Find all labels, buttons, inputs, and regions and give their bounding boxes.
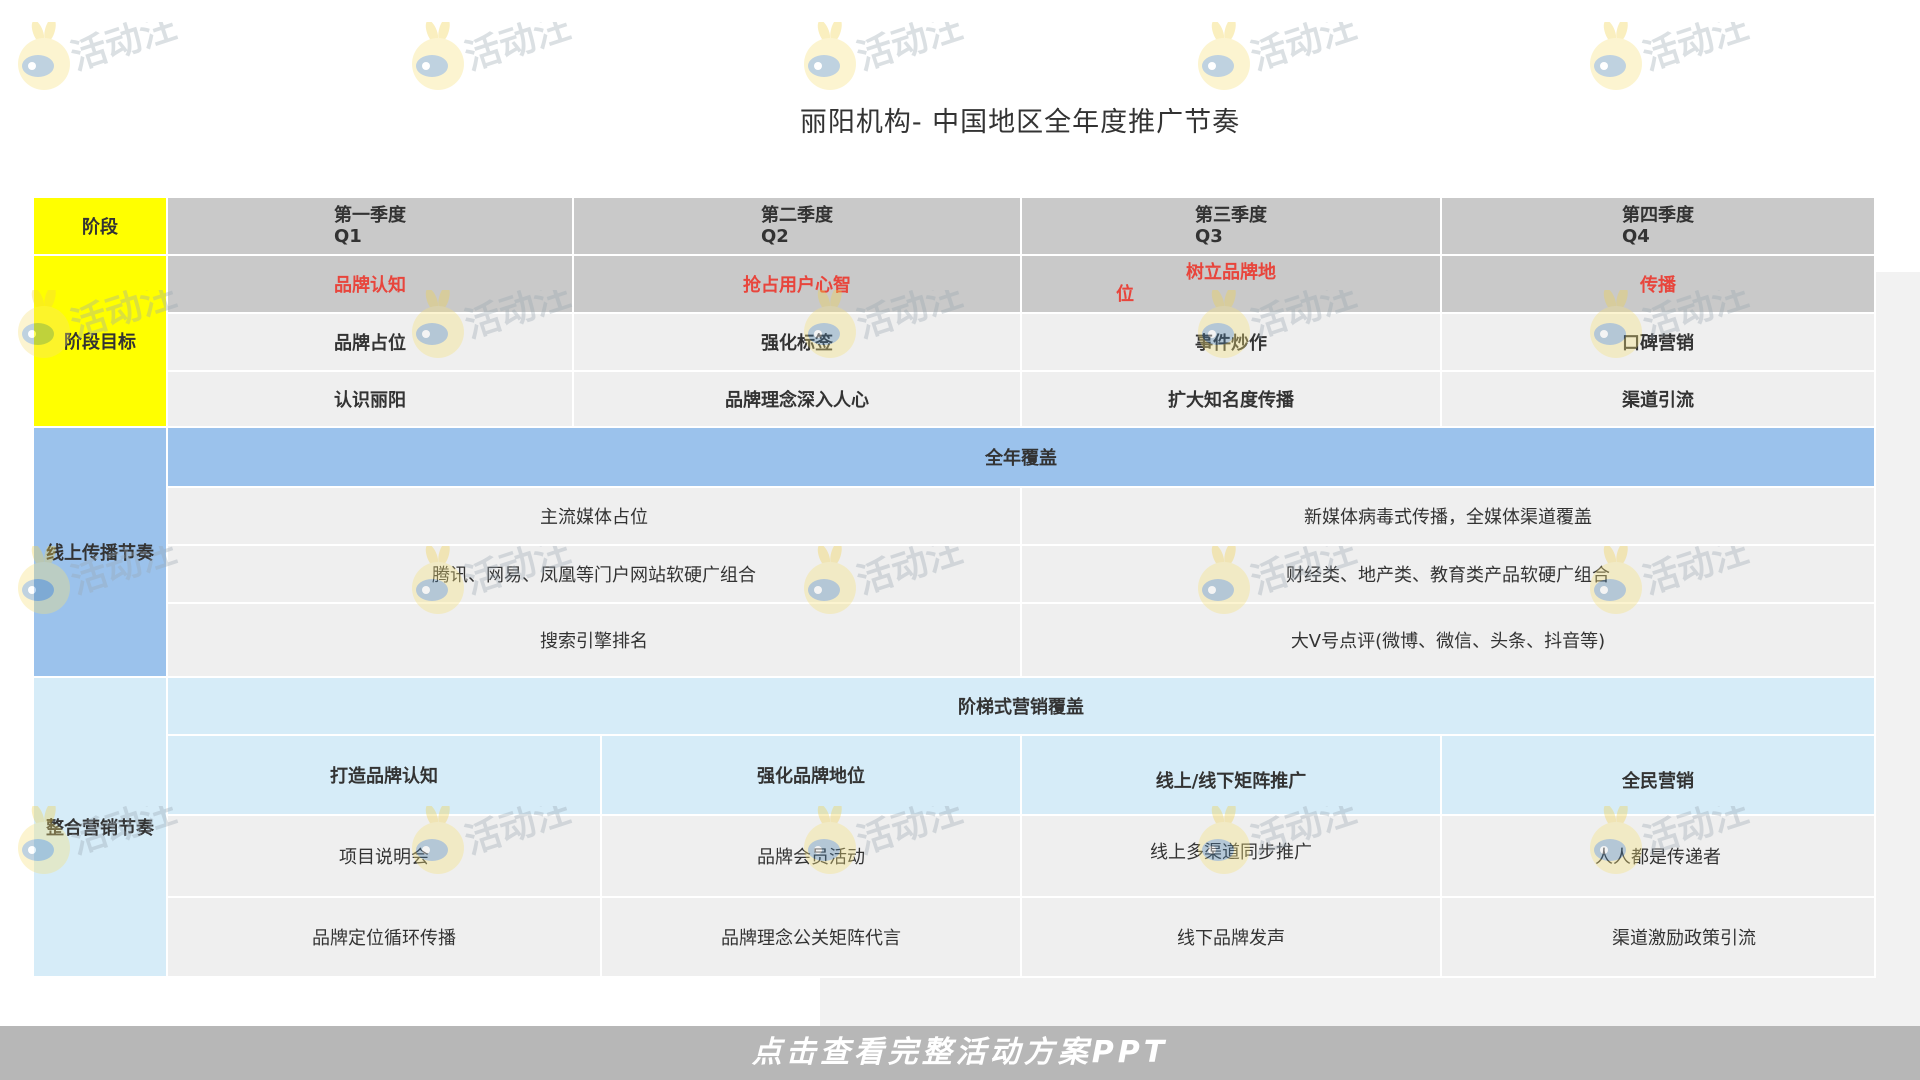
- integ-cell: 线下品牌发声: [1020, 896, 1442, 978]
- page-title: 丽阳机构- 中国地区全年度推广节奏: [799, 107, 1241, 138]
- quarter-name: 第四季度: [1622, 205, 1694, 226]
- svg-text:活动汪: 活动汪: [852, 22, 967, 79]
- goal-cell: 强化标签: [572, 312, 1022, 372]
- goal-title-q2: 抢占用户心智: [572, 254, 1022, 314]
- watermark-logo: 活动汪: [804, 22, 968, 90]
- watermark-logo: 活动汪: [1590, 22, 1754, 90]
- goal-cell: 口碑营销: [1440, 312, 1876, 372]
- goal-title-q4: 传播: [1440, 254, 1876, 314]
- quarter-header-q4: 第四季度 Q4: [1440, 196, 1876, 256]
- promotion-schedule-table: 阶段 第一季度 Q1 第二季度 Q2 第三季度 Q3 第四季度 Q4 阶段目标 品牌认知…: [32, 196, 1876, 978]
- goal-cell: 事件炒作: [1020, 312, 1442, 372]
- goal-title-q3: 树立品牌地位: [1020, 254, 1442, 314]
- stage-label: 阶段: [32, 196, 168, 256]
- goal-title-q3-line1: 树立品牌地: [1186, 262, 1276, 283]
- integ-column-title: 全民营销: [1440, 734, 1876, 816]
- integ-cell: 线上多渠道同步推广: [1020, 814, 1442, 898]
- cta-banner[interactable]: 点击查看完整活动方案PPT: [0, 1026, 1920, 1080]
- online-cell: 大V号点评(微博、微信、头条、抖音等): [1020, 602, 1876, 678]
- quarter-code: Q1: [334, 226, 362, 247]
- quarter-name: 第一季度: [334, 205, 406, 226]
- quarter-header-q1: 第一季度 Q1: [166, 196, 574, 256]
- goal-cell: 品牌占位: [166, 312, 574, 372]
- watermark-logo: 活动汪: [412, 22, 576, 90]
- online-label: 线上传播节奏: [32, 426, 168, 678]
- integ-cell: 品牌定位循环传播: [166, 896, 602, 978]
- integ-label: 整合营销节奏: [32, 676, 168, 978]
- online-cell: 新媒体病毒式传播，全媒体渠道覆盖: [1020, 486, 1876, 546]
- integ-cell: 渠道激励政策引流: [1440, 896, 1876, 978]
- quarter-header-q3: 第三季度 Q3: [1020, 196, 1442, 256]
- online-cell: 腾讯、网易、凤凰等门户网站软硬广组合: [166, 544, 1022, 604]
- svg-text:活动汪: 活动汪: [66, 22, 181, 79]
- watermark-logo: 活动汪: [18, 22, 182, 90]
- online-cell: 搜索引擎排名: [166, 602, 1022, 678]
- goal-label: 阶段目标: [32, 254, 168, 428]
- quarter-code: Q3: [1195, 226, 1223, 247]
- integ-column-title: 线上/线下矩阵推广: [1020, 734, 1442, 816]
- svg-text:活动汪: 活动汪: [1638, 22, 1753, 79]
- goal-cell: 渠道引流: [1440, 370, 1876, 428]
- online-cell: 财经类、地产类、教育类产品软硬广组合: [1020, 544, 1876, 604]
- goal-title-q3-line2: 位: [1116, 284, 1134, 305]
- goal-cell: 认识丽阳: [166, 370, 574, 428]
- integ-cell: 人人都是传递者: [1440, 814, 1876, 898]
- svg-text:活动汪: 活动汪: [460, 22, 575, 79]
- online-band: 全年覆盖: [166, 426, 1876, 488]
- goal-title-q1: 品牌认知: [166, 254, 574, 314]
- quarter-name: 第三季度: [1195, 205, 1267, 226]
- integ-band: 阶梯式营销覆盖: [166, 676, 1876, 736]
- online-cell: 主流媒体占位: [166, 486, 1022, 546]
- integ-cell: 品牌理念公关矩阵代言: [600, 896, 1022, 978]
- integ-cell: 品牌会员活动: [600, 814, 1022, 898]
- quarter-code: Q4: [1622, 226, 1650, 247]
- integ-column-title: 强化品牌地位: [600, 734, 1022, 816]
- integ-column-title: 打造品牌认知: [166, 734, 602, 816]
- svg-text:活动汪: 活动汪: [1246, 22, 1361, 79]
- goal-cell: 扩大知名度传播: [1020, 370, 1442, 428]
- quarter-header-q2: 第二季度 Q2: [572, 196, 1022, 256]
- quarter-name: 第二季度: [761, 205, 833, 226]
- watermark-logo: 活动汪: [1198, 22, 1362, 90]
- integ-cell: 项目说明会: [166, 814, 602, 898]
- goal-cell: 品牌理念深入人心: [572, 370, 1022, 428]
- quarter-code: Q2: [761, 226, 789, 247]
